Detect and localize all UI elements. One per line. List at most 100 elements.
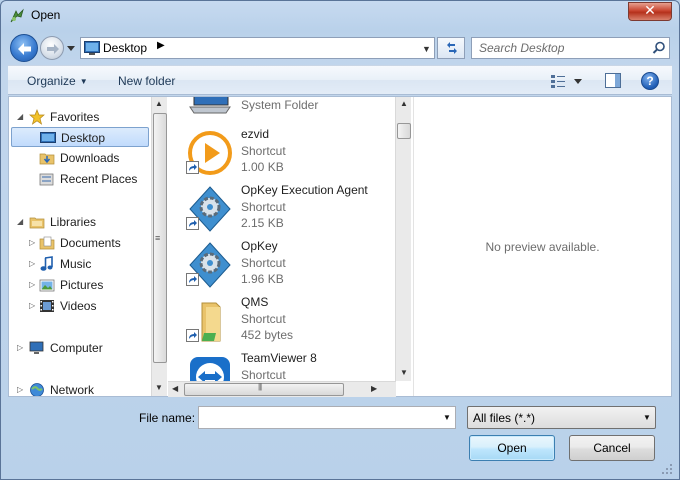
file-name: QMS — [241, 295, 269, 309]
nav-desktop[interactable]: Desktop — [11, 127, 149, 147]
file-name-label: File name: — [139, 411, 196, 425]
file-type-selected: All files (*.*) — [473, 411, 536, 425]
desktop-icon — [40, 132, 56, 143]
scroll-up-icon[interactable]: ▲ — [400, 99, 408, 108]
shortcut-arrow-icon — [186, 217, 199, 230]
address-dropdown-icon[interactable]: ▼ — [422, 44, 431, 54]
file-item-ezvid[interactable]: ezvid Shortcut 1.00 KB — [168, 125, 394, 181]
file-name-combo[interactable]: ▼ — [198, 406, 456, 429]
navigation-scrollbar[interactable]: ▲ ≡ ▼ — [151, 97, 167, 396]
nav-pictures[interactable]: ▷ Pictures — [9, 275, 150, 295]
app-icon — [10, 8, 24, 23]
nav-downloads[interactable]: Downloads — [9, 148, 150, 168]
resize-grip-icon[interactable] — [661, 463, 673, 475]
scrollbar-thumb[interactable] — [184, 383, 344, 396]
expand-icon[interactable]: ▷ — [29, 296, 35, 316]
preview-pane: No preview available. — [413, 97, 671, 396]
nav-computer[interactable]: ▷ Computer — [9, 338, 150, 358]
file-list-pane: System Folder ezvid Shortcut 1.00 KB OpK… — [168, 97, 396, 396]
file-item-opkey-execution-agent[interactable]: OpKey Execution Agent Shortcut 2.15 KB — [168, 181, 394, 237]
refresh-icon — [447, 42, 457, 54]
organize-label[interactable]: Organize — [27, 74, 76, 88]
nav-documents[interactable]: ▷ Documents — [9, 233, 150, 253]
search-input[interactable] — [472, 38, 648, 58]
nav-music[interactable]: ▷ Music — [9, 254, 150, 274]
nav-libraries[interactable]: ◢ Libraries — [9, 212, 150, 232]
search-icon[interactable] — [652, 41, 666, 55]
file-name-input[interactable] — [199, 407, 435, 428]
file-name: ezvid — [241, 127, 270, 141]
scroll-down-icon[interactable]: ▼ — [400, 368, 408, 377]
scroll-down-icon[interactable]: ▼ — [155, 383, 163, 392]
breadcrumb-chevron-icon[interactable]: ▶ — [157, 40, 165, 51]
file-type-select[interactable]: All files (*.*) ▼ — [467, 406, 656, 429]
nav-label: Desktop — [61, 131, 106, 145]
cancel-button[interactable]: Cancel — [569, 435, 655, 461]
nav-network[interactable]: ▷ Network — [9, 380, 150, 396]
search-box[interactable] — [471, 37, 670, 59]
preview-pane-toggle[interactable] — [605, 73, 621, 88]
nav-label: Favorites — [50, 110, 100, 124]
organize-dropdown-icon[interactable]: ▼ — [80, 77, 88, 86]
nav-label: Pictures — [60, 278, 104, 292]
expand-icon[interactable]: ▷ — [29, 233, 35, 253]
file-item-qms[interactable]: QMS Shortcut 452 bytes — [168, 293, 394, 349]
address-bar[interactable]: Desktop ▶ ▼ — [80, 37, 435, 59]
expand-icon[interactable]: ▷ — [17, 338, 23, 358]
change-view-button[interactable] — [550, 73, 584, 89]
close-button[interactable]: ✕ — [628, 2, 672, 21]
organize-menu[interactable]: Organize ▼ — [27, 74, 88, 88]
file-name-dropdown-icon[interactable]: ▼ — [443, 413, 451, 422]
navigation-pane: ◢ Favorites Desktop Downloads Recent Pla… — [9, 97, 151, 396]
nav-label: Recent Places — [60, 172, 138, 186]
back-button[interactable] — [10, 34, 38, 62]
new-folder-button[interactable]: New folder — [118, 74, 175, 88]
file-list-vertical-scrollbar[interactable]: ▲ ▼ — [395, 97, 411, 381]
recent-locations-dropdown[interactable] — [66, 43, 76, 53]
file-type: Shortcut — [241, 368, 286, 382]
file-size: 1.00 KB — [241, 160, 284, 174]
help-button[interactable]: ? — [641, 72, 659, 90]
file-type-dropdown-icon[interactable]: ▼ — [643, 413, 651, 422]
nav-label: Documents — [60, 236, 121, 250]
file-name: TeamViewer 8 — [241, 351, 317, 365]
shortcut-arrow-icon — [186, 161, 199, 174]
forward-button[interactable] — [40, 36, 64, 60]
nav-label: Network — [50, 383, 95, 396]
recent-places-icon — [39, 173, 54, 186]
refresh-button[interactable] — [437, 37, 465, 59]
nav-label: Music — [60, 257, 92, 271]
title-bar: Open ✕ — [1, 1, 679, 31]
close-icon: ✕ — [644, 3, 656, 19]
file-list-horizontal-scrollbar[interactable]: ◀ ||| ▶ — [168, 381, 396, 397]
libraries-icon — [29, 217, 45, 229]
scroll-up-icon[interactable]: ▲ — [155, 99, 163, 108]
file-item-opkey[interactable]: OpKey Shortcut 1.96 KB — [168, 237, 394, 293]
file-name: OpKey — [241, 239, 278, 253]
desktop-icon — [84, 41, 100, 55]
address-location[interactable]: Desktop — [103, 41, 147, 55]
computer-icon — [29, 341, 44, 354]
forward-arrow-icon — [47, 44, 59, 54]
file-size: 1.96 KB — [241, 272, 284, 286]
collapse-icon[interactable]: ◢ — [17, 212, 23, 232]
expand-icon[interactable]: ▷ — [29, 254, 35, 274]
downloads-folder-icon — [39, 153, 55, 165]
nav-favorites[interactable]: ◢ Favorites — [9, 107, 150, 127]
expand-icon[interactable]: ▷ — [17, 380, 23, 396]
nav-videos[interactable]: ▷ Videos — [9, 296, 150, 316]
open-button[interactable]: Open — [469, 435, 555, 461]
music-icon — [40, 256, 53, 271]
file-name: OpKey Execution Agent — [241, 183, 368, 197]
nav-recent-places[interactable]: Recent Places — [9, 169, 150, 189]
collapse-icon[interactable]: ◢ — [17, 107, 23, 127]
preview-message: No preview available. — [485, 240, 600, 254]
file-type: Shortcut — [241, 256, 286, 270]
star-icon — [29, 109, 45, 125]
file-type: System Folder — [241, 98, 319, 112]
expand-icon[interactable]: ▷ — [29, 275, 35, 295]
scroll-left-icon[interactable]: ◀ — [172, 384, 178, 393]
window-title: Open — [31, 8, 61, 22]
scroll-right-icon[interactable]: ▶ — [371, 384, 377, 393]
scrollbar-thumb[interactable] — [397, 123, 411, 139]
